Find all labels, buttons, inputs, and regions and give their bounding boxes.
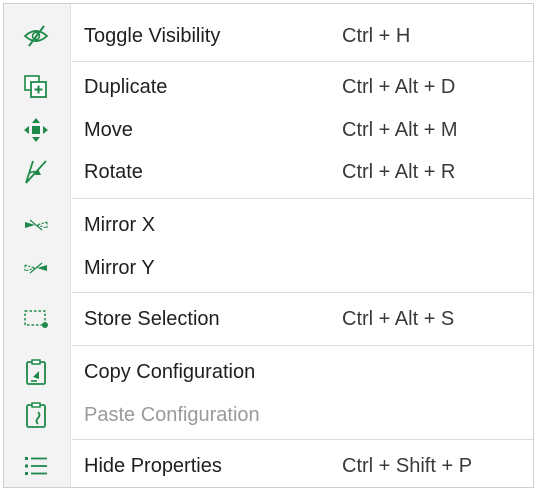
mirror-y-icon [21,253,51,283]
context-menu: Toggle Visibility Ctrl + H Duplicate Ctr… [3,3,534,488]
menu-separator [72,198,533,199]
menu-item-shortcut: Ctrl + Shift + P [342,454,473,477]
duplicate-icon [21,72,51,102]
menu-item-toggle-visibility[interactable]: Toggle Visibility Ctrl + H [4,16,533,56]
mirror-x-icon [21,210,51,240]
menu-item-label: Copy Configuration [84,360,256,383]
menu-item-label: Toggle Visibility [84,24,221,47]
menu-item-mirror-x[interactable]: Mirror X [4,205,533,245]
menu-item-label: Paste Configuration [84,403,260,426]
menu-item-rotate[interactable]: Rotate Ctrl + Alt + R [4,152,533,192]
menu-item-shortcut: Ctrl + Alt + M [342,118,458,141]
menu-item-paste-configuration: Paste Configuration [4,395,533,435]
menu-item-label: Duplicate [84,75,168,98]
menu-item-duplicate[interactable]: Duplicate Ctrl + Alt + D [4,67,533,107]
store-selection-icon [21,304,51,334]
menu-separator [72,292,533,293]
clipboard-paste-icon [21,400,51,430]
menu-item-label: Hide Properties [84,454,222,477]
menu-item-move[interactable]: Move Ctrl + Alt + M [4,110,533,150]
menu-item-label: Move [84,118,133,141]
move-arrows-icon [21,115,51,145]
menu-separator [72,439,533,440]
menu-item-shortcut: Ctrl + Alt + R [342,160,456,183]
menu-item-label: Mirror Y [84,256,155,279]
menu-item-shortcut: Ctrl + Alt + D [342,75,456,98]
rotate-icon [21,157,51,187]
menu-item-copy-configuration[interactable]: Copy Configuration [4,352,533,392]
eye-slash-icon [21,21,51,51]
menu-item-hide-properties[interactable]: Hide Properties Ctrl + Shift + P [4,446,533,486]
menu-separator [72,61,533,62]
menu-item-label: Rotate [84,160,143,183]
menu-item-shortcut: Ctrl + Alt + S [342,307,455,330]
menu-item-store-selection[interactable]: Store Selection Ctrl + Alt + S [4,299,533,339]
list-icon [21,451,51,481]
menu-item-label: Store Selection [84,307,220,330]
menu-separator [72,345,533,346]
menu-item-label: Mirror X [84,213,156,236]
clipboard-copy-icon [21,357,51,387]
menu-item-mirror-y[interactable]: Mirror Y [4,248,533,288]
menu-item-shortcut: Ctrl + H [342,24,411,47]
